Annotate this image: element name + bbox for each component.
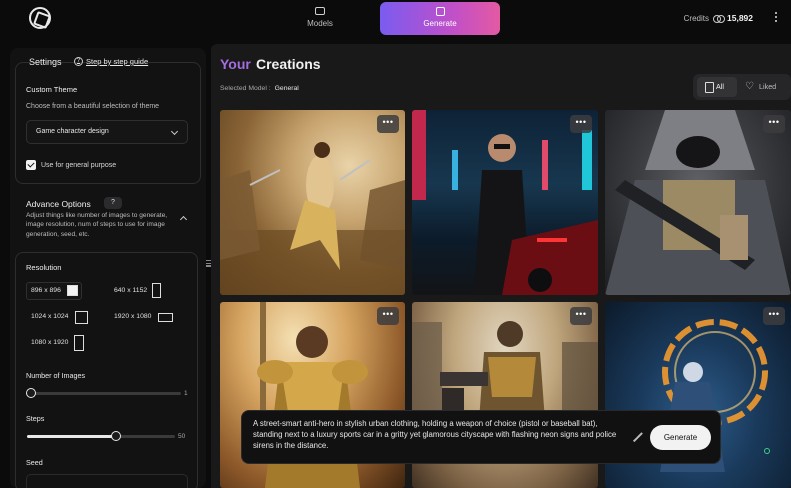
portrait-ratio-icon xyxy=(152,283,161,298)
number-of-images-slider-track[interactable] xyxy=(27,392,181,395)
advance-options-description: Adjust things like number of images to g… xyxy=(26,212,168,238)
landscape-ratio-icon xyxy=(158,313,173,322)
credits-value: 15,892 xyxy=(727,13,753,23)
general-purpose-checkbox[interactable] xyxy=(26,160,36,170)
step-guide-link[interactable]: ? Step by step guide xyxy=(74,57,148,66)
resolution-title: Resolution xyxy=(26,263,62,272)
resolution-label: 1024 x 1024 xyxy=(31,313,69,320)
filter-liked-button[interactable]: Liked xyxy=(742,77,786,97)
portrait-ratio-icon xyxy=(74,335,84,351)
nav-generate-tab[interactable]: Generate xyxy=(380,2,500,35)
coins-icon xyxy=(713,14,725,23)
general-purpose-label: Use for general purpose xyxy=(41,162,117,169)
theme-select[interactable]: Game character design xyxy=(26,120,188,144)
cyberpunk-antihero-art xyxy=(412,110,598,295)
resolution-option-896[interactable]: 896 x 896 xyxy=(26,282,82,300)
selected-model-label: Selected Model : xyxy=(220,85,271,92)
image-menu-button[interactable]: ••• xyxy=(763,307,785,325)
seed-label: Seed xyxy=(26,458,43,467)
steps-slider-track[interactable] xyxy=(27,435,175,438)
help-icon: ? xyxy=(74,57,83,66)
steps-slider-handle[interactable] xyxy=(110,431,121,441)
cyberpunk-antihero-image[interactable]: ••• xyxy=(412,110,598,295)
chevron-down-icon xyxy=(170,127,179,136)
custom-theme-subtitle: Choose from a beautiful selection of the… xyxy=(26,103,160,110)
nav-models-label: Models xyxy=(307,19,333,28)
more-menu-icon[interactable] xyxy=(775,12,779,24)
resolution-label: 1920 x 1080 xyxy=(114,313,152,320)
desert-warrior-art xyxy=(220,142,405,295)
selected-model-value: General xyxy=(274,85,299,92)
steps-label: Steps xyxy=(26,414,45,423)
masked-soldier-art xyxy=(605,110,791,295)
square-ratio-icon xyxy=(75,311,88,324)
generate-button[interactable]: Generate xyxy=(650,425,711,450)
magic-wand-icon[interactable] xyxy=(632,431,644,443)
image-menu-button[interactable]: ••• xyxy=(377,115,399,133)
image-menu-button[interactable]: ••• xyxy=(763,115,785,133)
steps-max: 50 xyxy=(178,433,186,440)
resolution-option-640[interactable]: 640 x 1152 xyxy=(109,282,165,300)
image-menu-button[interactable]: ••• xyxy=(570,115,592,133)
settings-title: Settings xyxy=(29,57,62,67)
theme-select-value: Game character design xyxy=(36,128,109,135)
selected-model: Selected Model : General xyxy=(220,85,299,92)
number-of-images-max: 1 xyxy=(184,390,188,397)
seed-input[interactable] xyxy=(26,474,188,488)
square-ratio-icon xyxy=(67,285,78,296)
prompt-input[interactable]: A street-smart anti-hero in stylish urba… xyxy=(253,418,623,452)
nav-models-tab[interactable]: Models xyxy=(290,2,350,34)
steps-slider-fill xyxy=(27,435,116,438)
resolution-label: 640 x 1152 xyxy=(114,287,148,294)
resolution-label: 1080 x 1920 xyxy=(31,339,69,346)
credits-label: Credits xyxy=(683,13,709,23)
number-of-images-label: Number of Images xyxy=(26,371,86,380)
app-logo-icon[interactable] xyxy=(29,7,51,29)
models-icon xyxy=(315,7,325,15)
image-menu-button[interactable]: ••• xyxy=(570,307,592,325)
title-accent: Your xyxy=(220,56,251,72)
filter-all-button[interactable]: All xyxy=(697,77,737,97)
advance-options-help-badge[interactable]: ? xyxy=(104,197,122,209)
number-of-images-slider-handle[interactable] xyxy=(26,388,36,398)
desert-warrior-image[interactable]: ••• xyxy=(220,110,405,295)
image-menu-button[interactable]: ••• xyxy=(377,307,399,325)
nav-generate-label: Generate xyxy=(423,19,457,28)
credits-display: Credits 15,892 xyxy=(684,13,753,23)
generate-icon xyxy=(435,7,445,16)
status-indicator-icon xyxy=(764,448,770,454)
advance-options-title: Advance Options xyxy=(26,199,91,209)
resolution-option-1920[interactable]: 1920 x 1080 xyxy=(109,308,176,326)
resolution-label: 896 x 896 xyxy=(31,287,61,294)
resolution-option-1024[interactable]: 1024 x 1024 xyxy=(26,308,90,326)
custom-theme-title: Custom Theme xyxy=(26,85,78,94)
page-title: Creations xyxy=(256,56,321,72)
resolution-option-1080[interactable]: 1080 x 1920 xyxy=(26,334,86,352)
top-bar: Models Generate Credits 15,892 xyxy=(0,0,791,40)
masked-soldier-image[interactable]: ••• xyxy=(605,110,791,295)
step-guide-label: Step by step guide xyxy=(86,57,149,66)
